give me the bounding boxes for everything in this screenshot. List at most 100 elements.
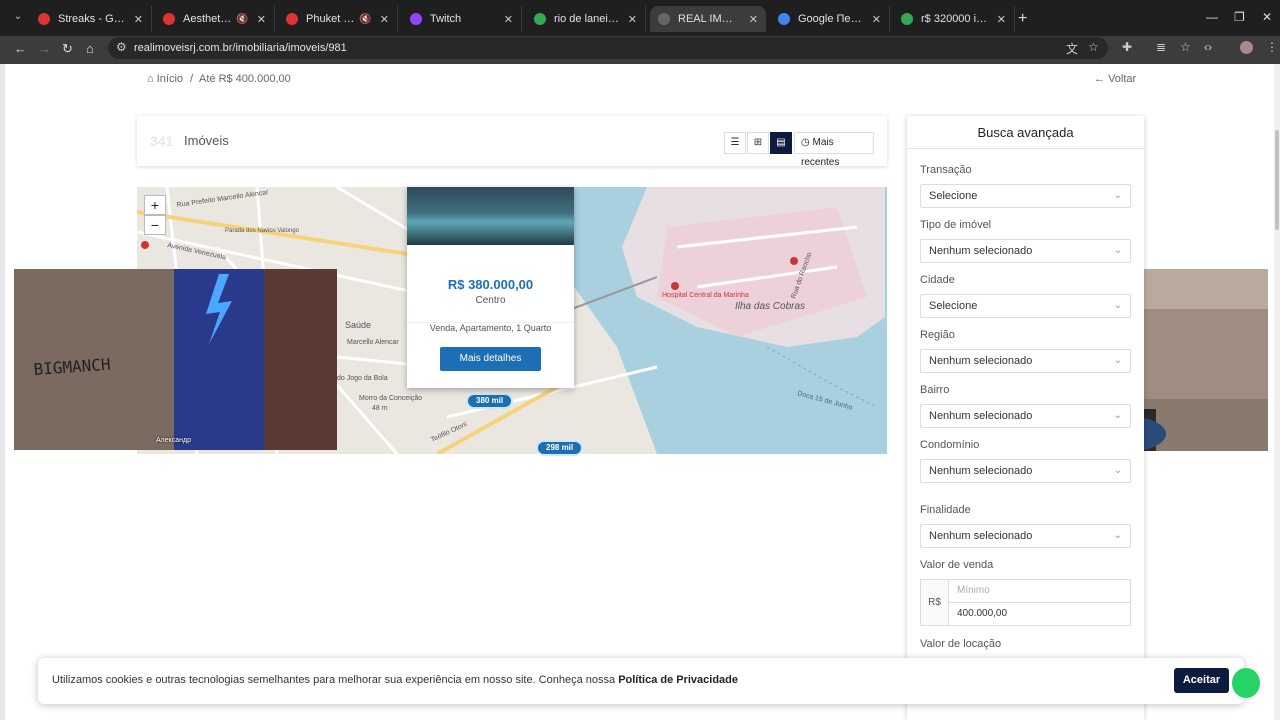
- field-label-tipo: Tipo de imóvel: [920, 219, 992, 231]
- tab-search-chevron-icon[interactable]: ⌄: [8, 11, 28, 27]
- browser-tab[interactable]: Twitch ✕: [402, 6, 522, 32]
- neighborhood-select[interactable]: Nenhum selecionado ⌄: [920, 404, 1131, 428]
- forward-arrow-icon[interactable]: →: [38, 41, 51, 56]
- minimize-icon[interactable]: —: [1206, 10, 1218, 24]
- browser-tab[interactable]: Streaks - GeoGuessr ✕: [30, 6, 152, 32]
- purpose-select[interactable]: Nenhum selecionado ⌄: [920, 524, 1131, 548]
- property-photo[interactable]: [407, 187, 574, 245]
- tab-close-icon[interactable]: ✕: [380, 13, 389, 26]
- field-label-cidade: Cidade: [920, 274, 955, 286]
- tab-close-icon[interactable]: ✕: [504, 13, 513, 26]
- tab-muted-icon[interactable]: 🔇: [359, 14, 371, 25]
- field-label-finalidade: Finalidade: [920, 504, 971, 516]
- field-label-condominio: Condomínio: [920, 439, 980, 451]
- translate-icon[interactable]: 文: [1066, 40, 1078, 57]
- chevron-down-icon: ⌄: [1113, 410, 1122, 421]
- scrollbar-thumb[interactable]: [1275, 130, 1279, 230]
- reload-icon[interactable]: ↻: [62, 41, 73, 57]
- min-price-input[interactable]: Mínimo: [948, 579, 1131, 603]
- neighborhood-select-value: Nenhum selecionado: [929, 410, 1033, 422]
- sort-button[interactable]: ◷ Mais recentes: [794, 132, 874, 168]
- chevron-down-icon: ⌄: [1113, 300, 1122, 311]
- browser-tab[interactable]: Phuket - Game - 🔇 ✕: [278, 6, 398, 32]
- clock-icon: ◷: [801, 137, 810, 148]
- field-label-regiao: Região: [920, 329, 955, 341]
- tab-close-icon[interactable]: ✕: [872, 13, 881, 26]
- zoom-out-button[interactable]: −: [144, 215, 166, 235]
- map-price-pin[interactable]: 380 mil: [466, 393, 514, 409]
- hospital-marker-icon-3: [141, 241, 149, 249]
- new-tab-button[interactable]: +: [1018, 10, 1027, 28]
- tab-title: REAL IMOVEIS RJ - Si: [678, 13, 741, 25]
- max-price-input[interactable]: 400.000,00: [948, 602, 1131, 626]
- site-info-icon[interactable]: ⚙: [116, 40, 127, 54]
- map-view-button[interactable]: ▤: [770, 132, 792, 154]
- map-label-saude: Saúde: [345, 320, 371, 330]
- back-link-label: Voltar: [1108, 73, 1137, 85]
- reading-list-icon[interactable]: ☆: [1180, 40, 1191, 54]
- breadcrumb-home-label: Início: [156, 73, 184, 85]
- home-icon[interactable]: ⌂: [86, 41, 94, 56]
- map-label-cidade: Doca 15 de Junho: [796, 390, 853, 411]
- extensions-icon[interactable]: ✚: [1122, 40, 1132, 54]
- tab-title: Twitch: [430, 13, 462, 25]
- map-label-hospital: Hospital Central da Marinha: [662, 292, 749, 299]
- tab-favicon-icon: [778, 13, 790, 25]
- browser-tab[interactable]: r$ 320000 in rub - Go ✕: [893, 6, 1015, 32]
- field-label-bairro: Bairro: [920, 384, 950, 396]
- property-price: R$ 380.000,00: [447, 277, 534, 292]
- webcam-left: BIGMANCH: [14, 269, 337, 450]
- whatsapp-icon[interactable]: [1232, 668, 1260, 698]
- menu-kebab-icon[interactable]: ⋮: [1266, 40, 1278, 54]
- back-arrow-icon[interactable]: ←: [14, 41, 27, 56]
- tab-close-icon[interactable]: ✕: [749, 13, 758, 26]
- tab-favicon-icon: [38, 13, 50, 25]
- tab-close-icon[interactable]: ✕: [997, 13, 1006, 26]
- profile-avatar[interactable]: [1240, 41, 1253, 54]
- tab-favicon-icon: [410, 13, 422, 25]
- breadcrumb-home[interactable]: ⌂ Início: [147, 73, 183, 85]
- tab-close-icon[interactable]: ✕: [628, 13, 637, 26]
- property-type-select[interactable]: Nenhum selecionado ⌄: [920, 239, 1131, 263]
- url-text[interactable]: realimoveisrj.com.br/imobiliaria/imoveis…: [134, 42, 347, 54]
- transaction-select[interactable]: Selecione ⌄: [920, 184, 1131, 208]
- maximize-icon[interactable]: ❐: [1234, 10, 1245, 24]
- browser-tab[interactable]: REAL IMOVEIS RJ - Si ✕: [650, 6, 766, 32]
- hospital-marker-icon: [671, 282, 679, 290]
- bookmarks-icon[interactable]: ≣: [1156, 40, 1166, 54]
- region-select-value: Nenhum selecionado: [929, 355, 1033, 367]
- field-label-transacao: Transação: [920, 164, 972, 176]
- tab-title: rio de laneiro imobili: [554, 13, 620, 25]
- chevron-down-icon: ⌄: [1113, 355, 1122, 366]
- webcam-name: Александр: [156, 437, 192, 444]
- bookmark-star-icon[interactable]: ☆: [1088, 40, 1099, 54]
- map-label-parada: Parada dos Navios Valongo: [225, 228, 300, 234]
- zoom-in-button[interactable]: +: [144, 195, 166, 215]
- more-details-button[interactable]: Mais detalhes: [440, 347, 541, 371]
- close-window-icon[interactable]: ✕: [1262, 10, 1272, 24]
- grid-view-button[interactable]: ⊞: [747, 132, 769, 154]
- devtools-icon[interactable]: ‹›: [1204, 40, 1212, 54]
- tab-close-icon[interactable]: ✕: [257, 13, 266, 26]
- condominium-select-value: Nenhum selecionado: [929, 465, 1033, 477]
- tab-close-icon[interactable]: ✕: [134, 13, 143, 26]
- map-price-pin[interactable]: 298 mil: [536, 440, 584, 456]
- property-type-select-value: Nenhum selecionado: [929, 245, 1033, 257]
- condominium-select[interactable]: Nenhum selecionado ⌄: [920, 459, 1131, 483]
- breadcrumb-separator: /: [190, 73, 194, 85]
- list-view-button[interactable]: ☰: [724, 132, 746, 154]
- chevron-down-icon: ⌄: [1113, 465, 1122, 476]
- city-select[interactable]: Selecione ⌄: [920, 294, 1131, 318]
- transaction-select-value: Selecione: [929, 190, 978, 202]
- privacy-policy-link[interactable]: Política de Privacidade: [618, 674, 738, 686]
- tab-favicon-icon: [163, 13, 175, 25]
- tab-muted-icon[interactable]: 🔇: [236, 14, 248, 25]
- region-select[interactable]: Nenhum selecionado ⌄: [920, 349, 1131, 373]
- cookie-text: Utilizamos cookies e outras tecnologias …: [52, 674, 738, 686]
- back-link[interactable]: ← Voltar: [1094, 73, 1136, 85]
- browser-tab[interactable]: Aesthetic World 🔇 ✕: [155, 6, 275, 32]
- browser-tab[interactable]: rio de laneiro imobili ✕: [526, 6, 646, 32]
- accept-cookies-button[interactable]: Aceitar: [1174, 668, 1229, 693]
- tab-title: Phuket - Game -: [306, 13, 355, 25]
- browser-tab[interactable]: Google Переводчик ✕: [770, 6, 890, 32]
